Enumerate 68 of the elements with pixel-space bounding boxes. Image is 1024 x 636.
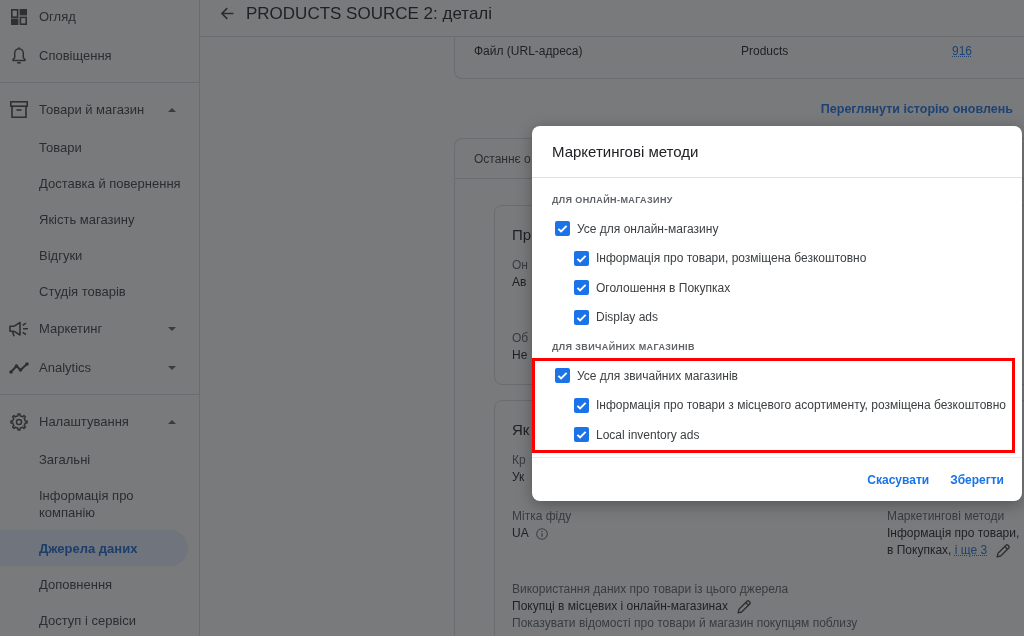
nav-subitem[interactable]: Загальні <box>0 441 188 477</box>
field-label: Кр <box>512 452 526 469</box>
field-label: Он <box>512 257 528 274</box>
nav-item[interactable]: Analytics <box>0 348 188 387</box>
field-label: Об <box>512 330 529 347</box>
field-value: Покупці в місцевих і онлайн-магазинах <box>512 598 728 615</box>
checkbox[interactable] <box>574 309 589 325</box>
card-heading: Останнє о <box>474 151 531 166</box>
item-count-link[interactable]: 916 <box>952 44 973 58</box>
nav-item[interactable]: Огляд <box>0 0 188 36</box>
field-note: Показувати відомості про товари й магазин покупцям поблизу <box>512 615 858 632</box>
option-label: Інформація про товари з місцевого асортименту, розміщена безкоштовно <box>596 398 1006 413</box>
nav-subitem[interactable]: Доповнення <box>0 566 188 602</box>
cancel-button[interactable]: Скасувати <box>859 464 938 495</box>
field-value: Products <box>741 44 789 58</box>
more-link[interactable]: і ще 3 <box>954 543 988 557</box>
archive-box-icon <box>10 101 28 118</box>
option-label: Усе для звичайних магазинів <box>577 368 738 383</box>
gear-icon <box>10 412 28 431</box>
field-label: Мітка фіду <box>512 508 572 525</box>
field-label: Маркетингові методи <box>887 508 1005 525</box>
save-button[interactable]: Зберегти <box>942 464 1012 495</box>
trend-line-icon <box>9 361 29 374</box>
nav-subitem[interactable]: Товари <box>0 129 188 165</box>
option-label: Local inventory ads <box>596 427 700 442</box>
nav-subitem[interactable]: Джерела даних <box>0 530 188 566</box>
option-label: Display ads <box>596 310 659 325</box>
nav-item[interactable]: Товари й магазин <box>0 90 188 129</box>
card-title: Пр <box>512 225 532 245</box>
checkbox[interactable] <box>555 368 570 384</box>
field-value: Інформація про товари, <box>887 525 1020 542</box>
card-title: Як <box>512 420 530 440</box>
nav-subitem[interactable]: Доставка й повернення <box>0 165 188 201</box>
section-heading: ДЛЯ ОНЛАЙН-МАГАЗИНУ <box>552 195 673 205</box>
option-label: Усе для онлайн-магазину <box>577 221 719 236</box>
field-value: UA <box>512 525 529 542</box>
field-value: Ав <box>512 274 527 291</box>
option-label: Оголошення в Покупках <box>596 280 731 295</box>
field-value: Не <box>512 347 528 364</box>
page-title: PRODUCTS SOURCE 2: деталі <box>246 3 493 25</box>
nav-subitem[interactable]: Відгуки <box>0 237 188 273</box>
pencil-icon[interactable] <box>996 543 1012 558</box>
nav-subitem[interactable]: Студія товарів <box>0 273 188 309</box>
nav-item[interactable]: Сповіщення <box>0 36 188 75</box>
nav-item[interactable]: Маркетинг <box>0 309 188 348</box>
checkbox[interactable] <box>574 397 589 413</box>
checkbox[interactable] <box>574 250 589 266</box>
checkbox[interactable] <box>555 221 570 237</box>
bell-icon <box>12 47 26 64</box>
checkbox[interactable] <box>574 427 589 443</box>
nav-item[interactable]: Налаштування <box>0 402 188 441</box>
section-heading: ДЛЯ ЗВИЧАЙНИХ МАГАЗИНІВ <box>552 342 695 352</box>
checkbox[interactable] <box>574 280 589 296</box>
megaphone-icon <box>9 320 29 337</box>
field-label: Використання даних про товари із цього джерела <box>512 581 789 598</box>
dialog-title: Маркетингові методи <box>552 143 699 160</box>
field-value: Ук <box>512 469 525 486</box>
history-link[interactable]: Переглянути історію оновлень <box>820 102 1013 116</box>
field-value: в Покупках, і ще 3 <box>887 542 988 559</box>
nav-subitem[interactable]: Доступ і сервіси <box>0 602 188 636</box>
pencil-icon[interactable] <box>736 599 752 614</box>
info-icon[interactable] <box>535 527 548 540</box>
field-value: Файл (URL-адреса) <box>474 44 583 58</box>
option-label: Інформація про товари, розміщена безкоштовно <box>596 251 867 266</box>
dashboard-icon <box>11 8 27 25</box>
back-arrow-icon[interactable] <box>220 7 234 20</box>
nav-subitem[interactable]: Якість магазину <box>0 201 188 237</box>
nav-subitem[interactable]: Інформація про компанію <box>0 477 188 530</box>
